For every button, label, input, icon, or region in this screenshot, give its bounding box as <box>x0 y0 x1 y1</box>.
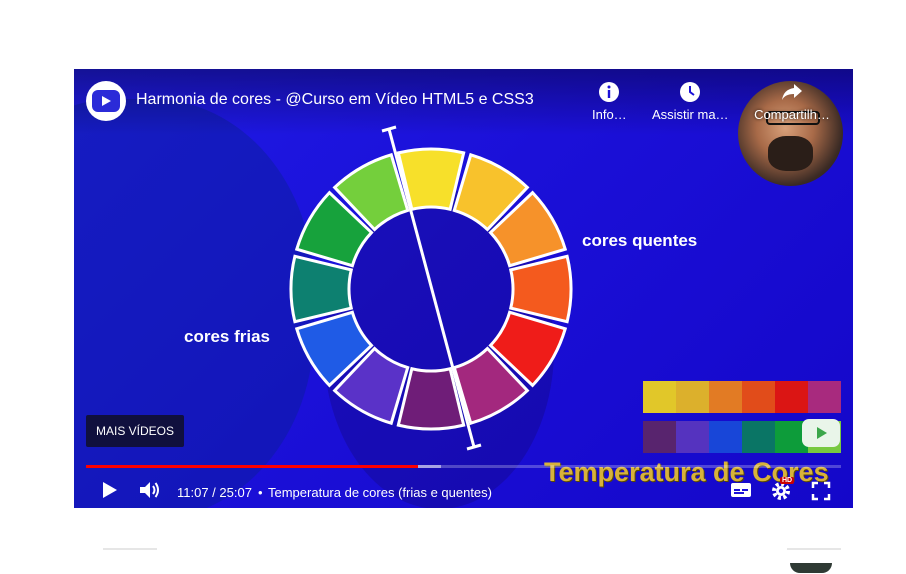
partial-thumbnail <box>790 563 832 573</box>
info-icon <box>599 82 620 102</box>
cold-colors-label: cores frias <box>184 327 270 346</box>
hd-badge: HD <box>780 477 795 484</box>
video-player[interactable]: Harmonia de cores - @Curso em Vídeo HTML… <box>74 69 853 508</box>
warm-colors-label: cores quentes <box>582 231 698 250</box>
progress-played <box>86 465 419 468</box>
share-icon <box>782 84 802 100</box>
time-display: 11:07 / 25:07 <box>177 485 252 500</box>
player-controls: 11:07 / 25:07 • Temperatura de cores (fr… <box>74 473 853 508</box>
color-swatch <box>742 381 775 413</box>
volume-icon <box>140 482 159 498</box>
wheel-segment <box>508 254 573 324</box>
color-swatch <box>709 421 742 453</box>
play-button[interactable] <box>98 479 120 501</box>
presenter-beard <box>768 136 813 171</box>
play-badge-icon <box>802 419 840 447</box>
settings-button[interactable]: HD <box>771 477 795 501</box>
color-wheel <box>289 125 573 451</box>
fullscreen-button[interactable] <box>811 481 831 501</box>
fullscreen-icon <box>811 481 831 501</box>
chapter-title[interactable]: Temperatura de cores (frias e quentes) <box>268 485 492 500</box>
share-button[interactable]: Compartilh… <box>742 81 842 122</box>
color-swatch <box>775 381 808 413</box>
progress-buffered <box>418 465 441 468</box>
play-icon <box>103 482 117 498</box>
channel-avatar[interactable] <box>86 81 126 121</box>
color-swatch <box>643 381 676 413</box>
chapter-separator: • <box>258 485 263 500</box>
color-swatch <box>709 381 742 413</box>
watch-later-button[interactable]: Assistir ma… <box>652 81 729 122</box>
warm-swatch-row <box>643 381 841 413</box>
color-swatch <box>676 421 709 453</box>
play-logo-icon <box>92 90 120 112</box>
wheel-segment <box>396 366 466 431</box>
divider-cap-bottom <box>466 443 482 451</box>
color-swatch <box>808 381 841 413</box>
clock-icon <box>680 82 701 102</box>
share-label: Compartilh… <box>754 107 830 122</box>
color-swatch <box>676 381 709 413</box>
video-title[interactable]: Harmonia de cores - @Curso em Vídeo HTML… <box>136 91 534 109</box>
divider-line <box>787 548 841 550</box>
volume-button[interactable] <box>138 479 162 501</box>
watch-later-label: Assistir ma… <box>652 107 729 122</box>
wheel-segment <box>289 254 354 324</box>
divider-line <box>103 548 157 550</box>
color-swatch <box>643 421 676 453</box>
subtitles-button[interactable] <box>730 481 752 499</box>
info-label: Info… <box>592 107 627 122</box>
subtitles-icon <box>731 483 751 497</box>
more-videos-button[interactable]: MAIS VÍDEOS <box>86 415 185 447</box>
info-button[interactable]: Info… <box>592 81 627 122</box>
divider-cap-top <box>381 125 397 133</box>
gear-icon <box>772 482 790 500</box>
progress-bar[interactable] <box>86 465 841 468</box>
color-swatch <box>742 421 775 453</box>
